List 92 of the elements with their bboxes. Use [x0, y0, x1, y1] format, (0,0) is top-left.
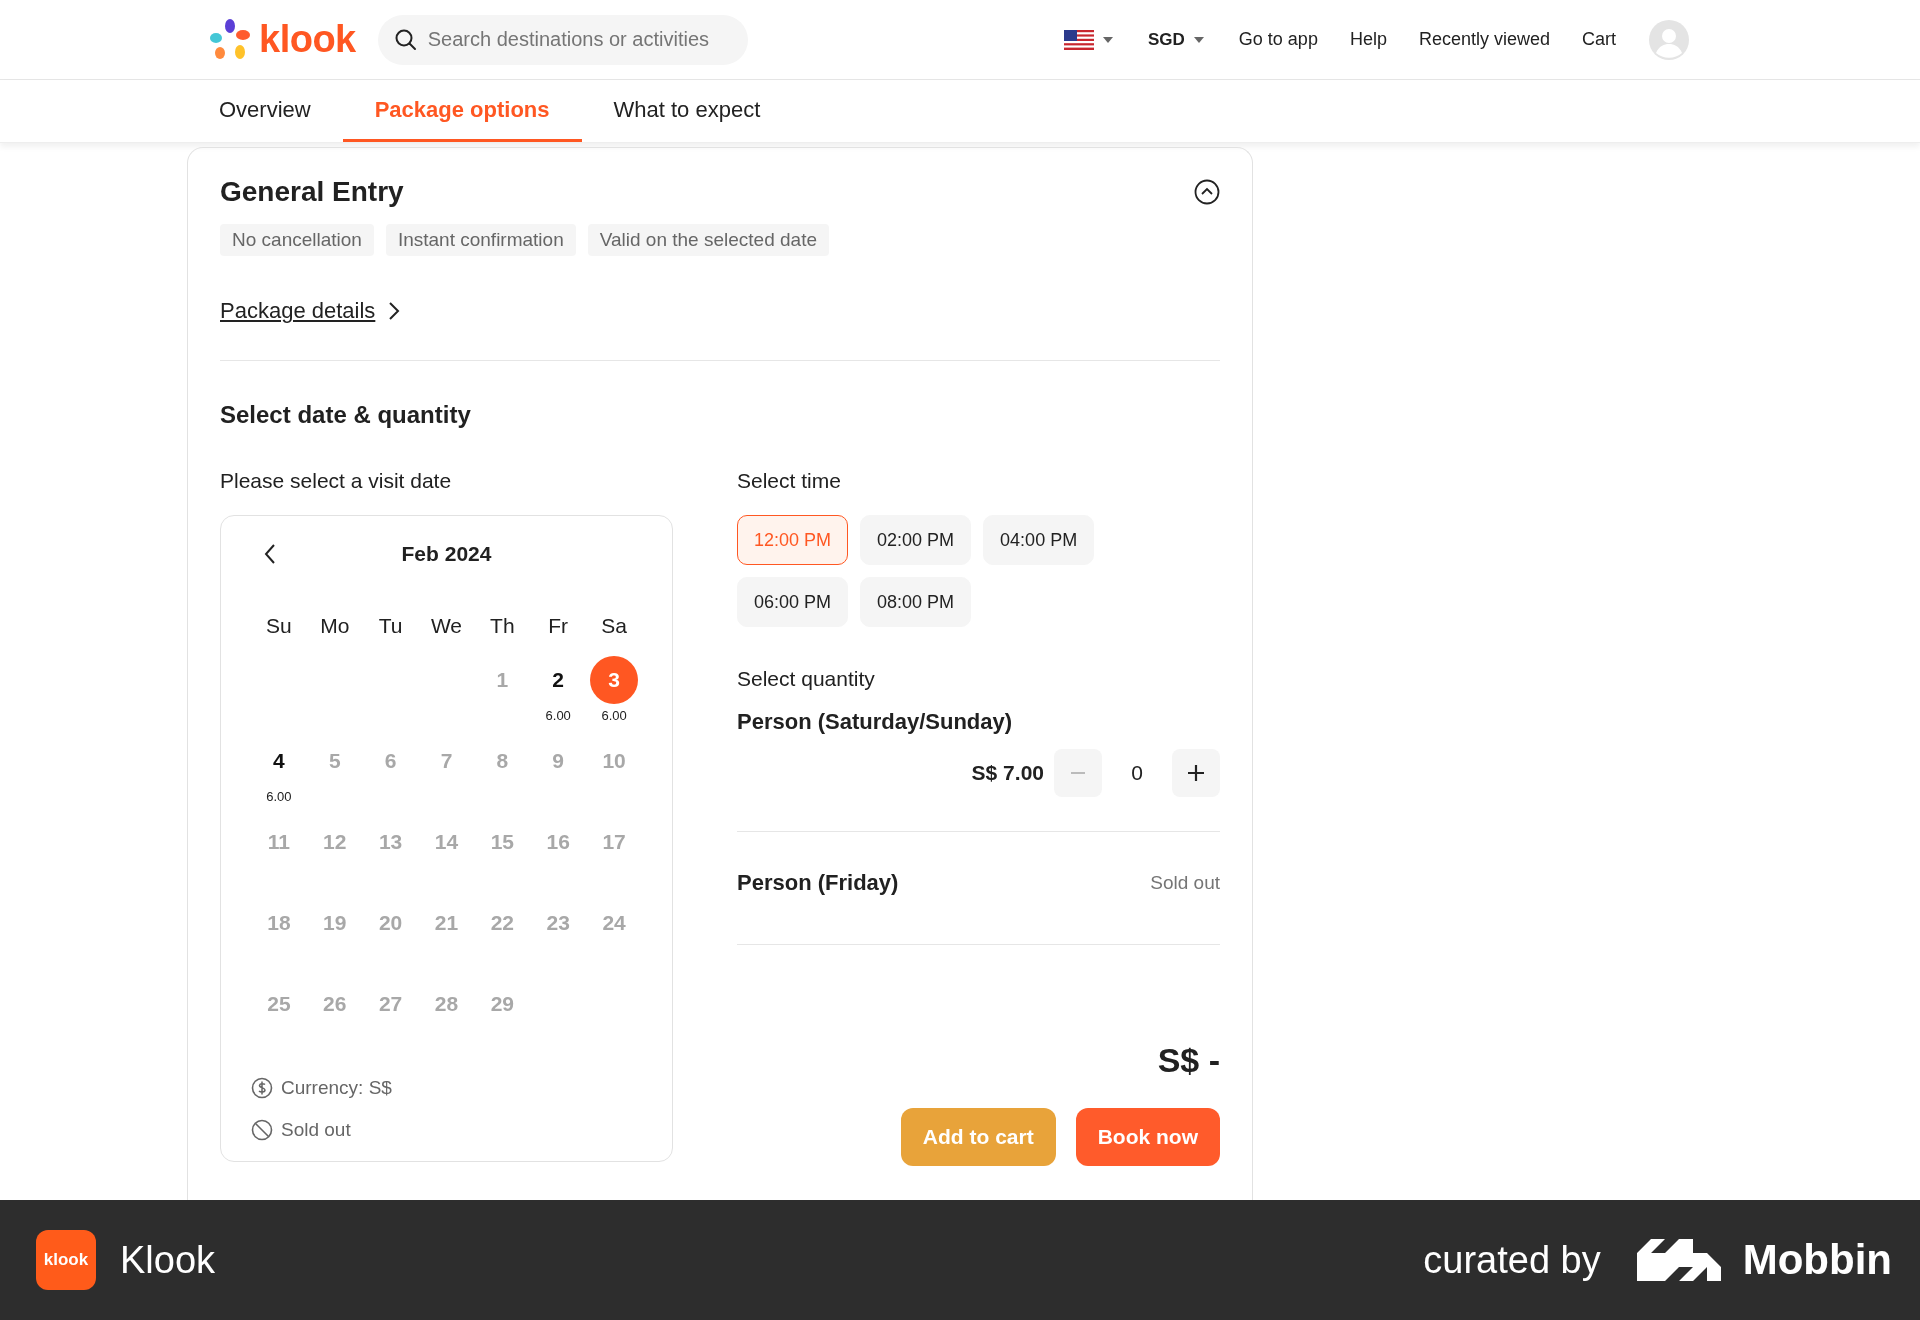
calendar-day[interactable]: 19	[310, 899, 359, 947]
collapse-icon[interactable]	[1194, 179, 1220, 205]
tab[interactable]: Package options	[342, 80, 582, 142]
calendar-day[interactable]: 28	[422, 980, 471, 1028]
tab[interactable]: Overview	[219, 80, 343, 142]
logo-text[interactable]: klook	[259, 18, 356, 61]
calendar-day[interactable]: 16	[534, 818, 583, 866]
ticket-type: Person (Saturday/Sunday)	[737, 709, 1014, 735]
feature-tag: Instant confirmation	[385, 224, 576, 256]
calendar-day[interactable]: 29	[478, 980, 527, 1028]
quantity-value: 0	[1130, 761, 1144, 785]
calendar-day[interactable]: 17	[590, 818, 639, 866]
calendar-day[interactable]: 22	[478, 899, 527, 947]
calendar-day[interactable]: 26	[310, 980, 359, 1028]
calendar-day[interactable]: 2	[534, 656, 583, 704]
weekday-label: Tu	[378, 614, 403, 638]
sold-out-text: Sold out	[1150, 872, 1220, 894]
nav-link[interactable]: Go to app	[1238, 29, 1318, 50]
calendar-day[interactable]: 27	[366, 980, 415, 1028]
time-option[interactable]: 06:00 PM	[737, 577, 849, 627]
calendar-day[interactable]: 1	[478, 656, 527, 704]
calendar-day[interactable]: 4	[254, 737, 303, 785]
time-label: Select time	[737, 469, 842, 493]
nav-link[interactable]: Help	[1349, 29, 1387, 50]
minus-icon	[1070, 772, 1086, 774]
country-dropdown[interactable]	[1064, 29, 1114, 50]
time-option[interactable]: 12:00 PM	[737, 515, 849, 565]
caret-icon	[1192, 35, 1205, 44]
time-option[interactable]: 02:00 PM	[860, 515, 972, 565]
increase-button[interactable]	[1172, 749, 1220, 797]
prohibited-icon	[251, 1119, 273, 1141]
dollar-icon	[251, 1077, 273, 1099]
calendar-day[interactable]: 12	[310, 818, 359, 866]
calendar-day[interactable]: 18	[254, 899, 303, 947]
package-title: General Entry	[220, 176, 404, 208]
day-price: 6.00	[266, 789, 292, 804]
calendar-day[interactable]: 7	[422, 737, 471, 785]
calendar-day[interactable]: 6	[366, 737, 415, 785]
calendar-day[interactable]: 13	[366, 818, 415, 866]
nav-link[interactable]: Cart	[1582, 29, 1616, 50]
chevron-right-icon	[387, 301, 402, 321]
legend-text: Sold out	[281, 1119, 351, 1141]
search-input[interactable]: Search destinations or activities	[425, 27, 732, 52]
weekday-label: Th	[490, 614, 515, 638]
plus-icon	[1187, 764, 1205, 782]
brand-name: Mobbin	[1742, 1236, 1892, 1284]
feature-tag: Valid on the selected date	[587, 224, 829, 256]
calendar-day[interactable]: 5	[310, 737, 359, 785]
calendar-day[interactable]: 25	[254, 980, 303, 1028]
app-icon: klook	[36, 1230, 96, 1290]
month-title: Feb 2024	[401, 542, 492, 566]
weekday-label: Fr	[548, 614, 569, 638]
quantity-label: Select quantity	[737, 667, 876, 691]
ticket-type: Person (Friday)	[737, 870, 899, 896]
calendar-day[interactable]: 9	[534, 737, 583, 785]
app-name: Klook	[120, 1238, 216, 1282]
day-price: 6.00	[601, 708, 627, 723]
package-details-link[interactable]: Package details	[220, 298, 402, 324]
book-now-button[interactable]: Book now	[1075, 1108, 1220, 1166]
add-to-cart-button[interactable]: Add to cart	[900, 1108, 1056, 1166]
legend-text: Currency: S$	[281, 1077, 392, 1099]
search-field[interactable]: Search destinations or activities	[377, 14, 748, 65]
day-price: 6.00	[545, 708, 571, 723]
weekday-label: We	[430, 614, 463, 638]
calendar-day[interactable]: 20	[366, 899, 415, 947]
feature-tag: No cancellation	[220, 224, 374, 256]
calendar-day[interactable]: 14	[422, 818, 471, 866]
caret-icon	[1102, 35, 1114, 44]
calendar-day[interactable]: 3	[590, 656, 639, 704]
calendar-day[interactable]: 15	[478, 818, 527, 866]
weekday-label: Sa	[601, 614, 627, 638]
tab[interactable]: What to expect	[581, 80, 793, 142]
section-title: Select date & quantity	[220, 401, 472, 429]
flag-icon	[1064, 29, 1094, 50]
date-label: Please select a visit date	[220, 469, 453, 493]
calendar-day[interactable]: 10	[590, 737, 639, 785]
calendar-day[interactable]: 23	[534, 899, 583, 947]
ticket-price: S$ 7.00	[971, 761, 1044, 785]
chevron-left-icon[interactable]	[263, 543, 277, 565]
currency-dropdown[interactable]: SGD	[1148, 29, 1205, 50]
time-option[interactable]: 08:00 PM	[860, 577, 972, 627]
search-icon	[393, 27, 418, 52]
total-price: S$ -	[1156, 1041, 1220, 1080]
calendar-day[interactable]: 11	[254, 818, 303, 866]
nav-link[interactable]: Recently viewed	[1418, 29, 1550, 50]
time-option[interactable]: 04:00 PM	[983, 515, 1095, 565]
calendar-day[interactable]: 8	[478, 737, 527, 785]
curated-text: curated by	[1423, 1238, 1601, 1282]
weekday-label: Mo	[320, 614, 350, 638]
weekday-label: Su	[266, 614, 292, 638]
calendar-day[interactable]: 21	[422, 899, 471, 947]
calendar-day[interactable]: 24	[590, 899, 639, 947]
